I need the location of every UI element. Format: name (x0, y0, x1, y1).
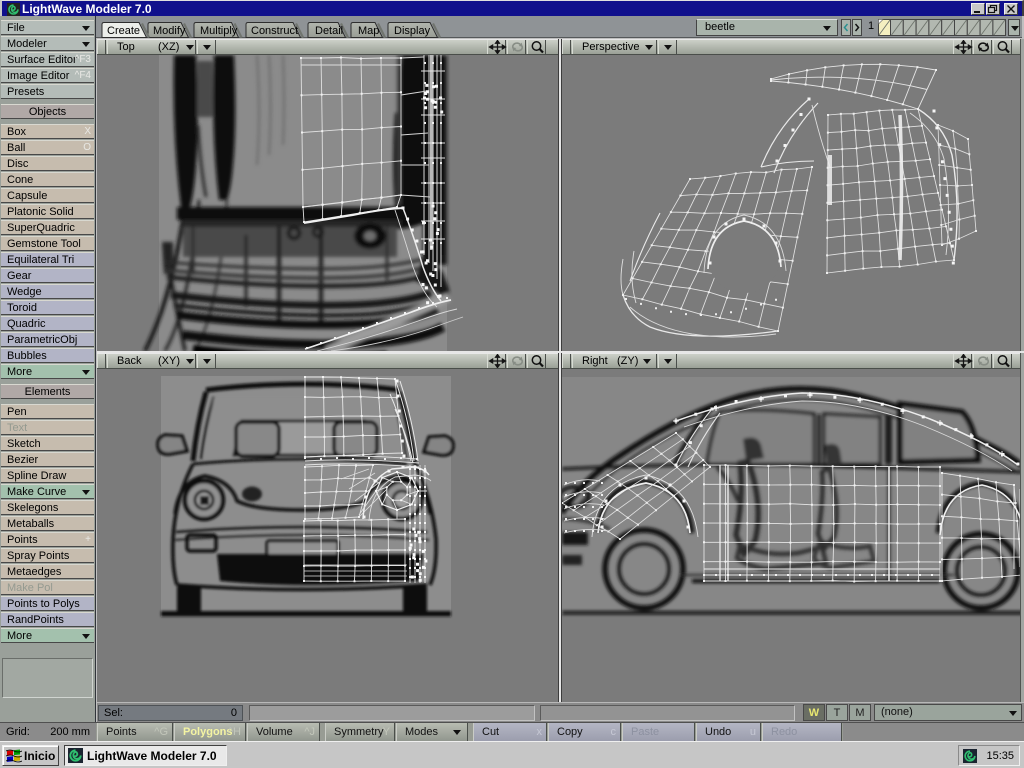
svg-text:Display: Display (394, 25, 431, 37)
svg-text:Multiply: Multiply (200, 25, 238, 37)
svg-text:Construct: Construct (251, 25, 298, 37)
svg-text:Detail: Detail (315, 25, 343, 37)
svg-text:Create: Create (107, 25, 140, 37)
svg-text:Modify: Modify (153, 25, 186, 37)
svg-text:Map: Map (358, 25, 379, 37)
